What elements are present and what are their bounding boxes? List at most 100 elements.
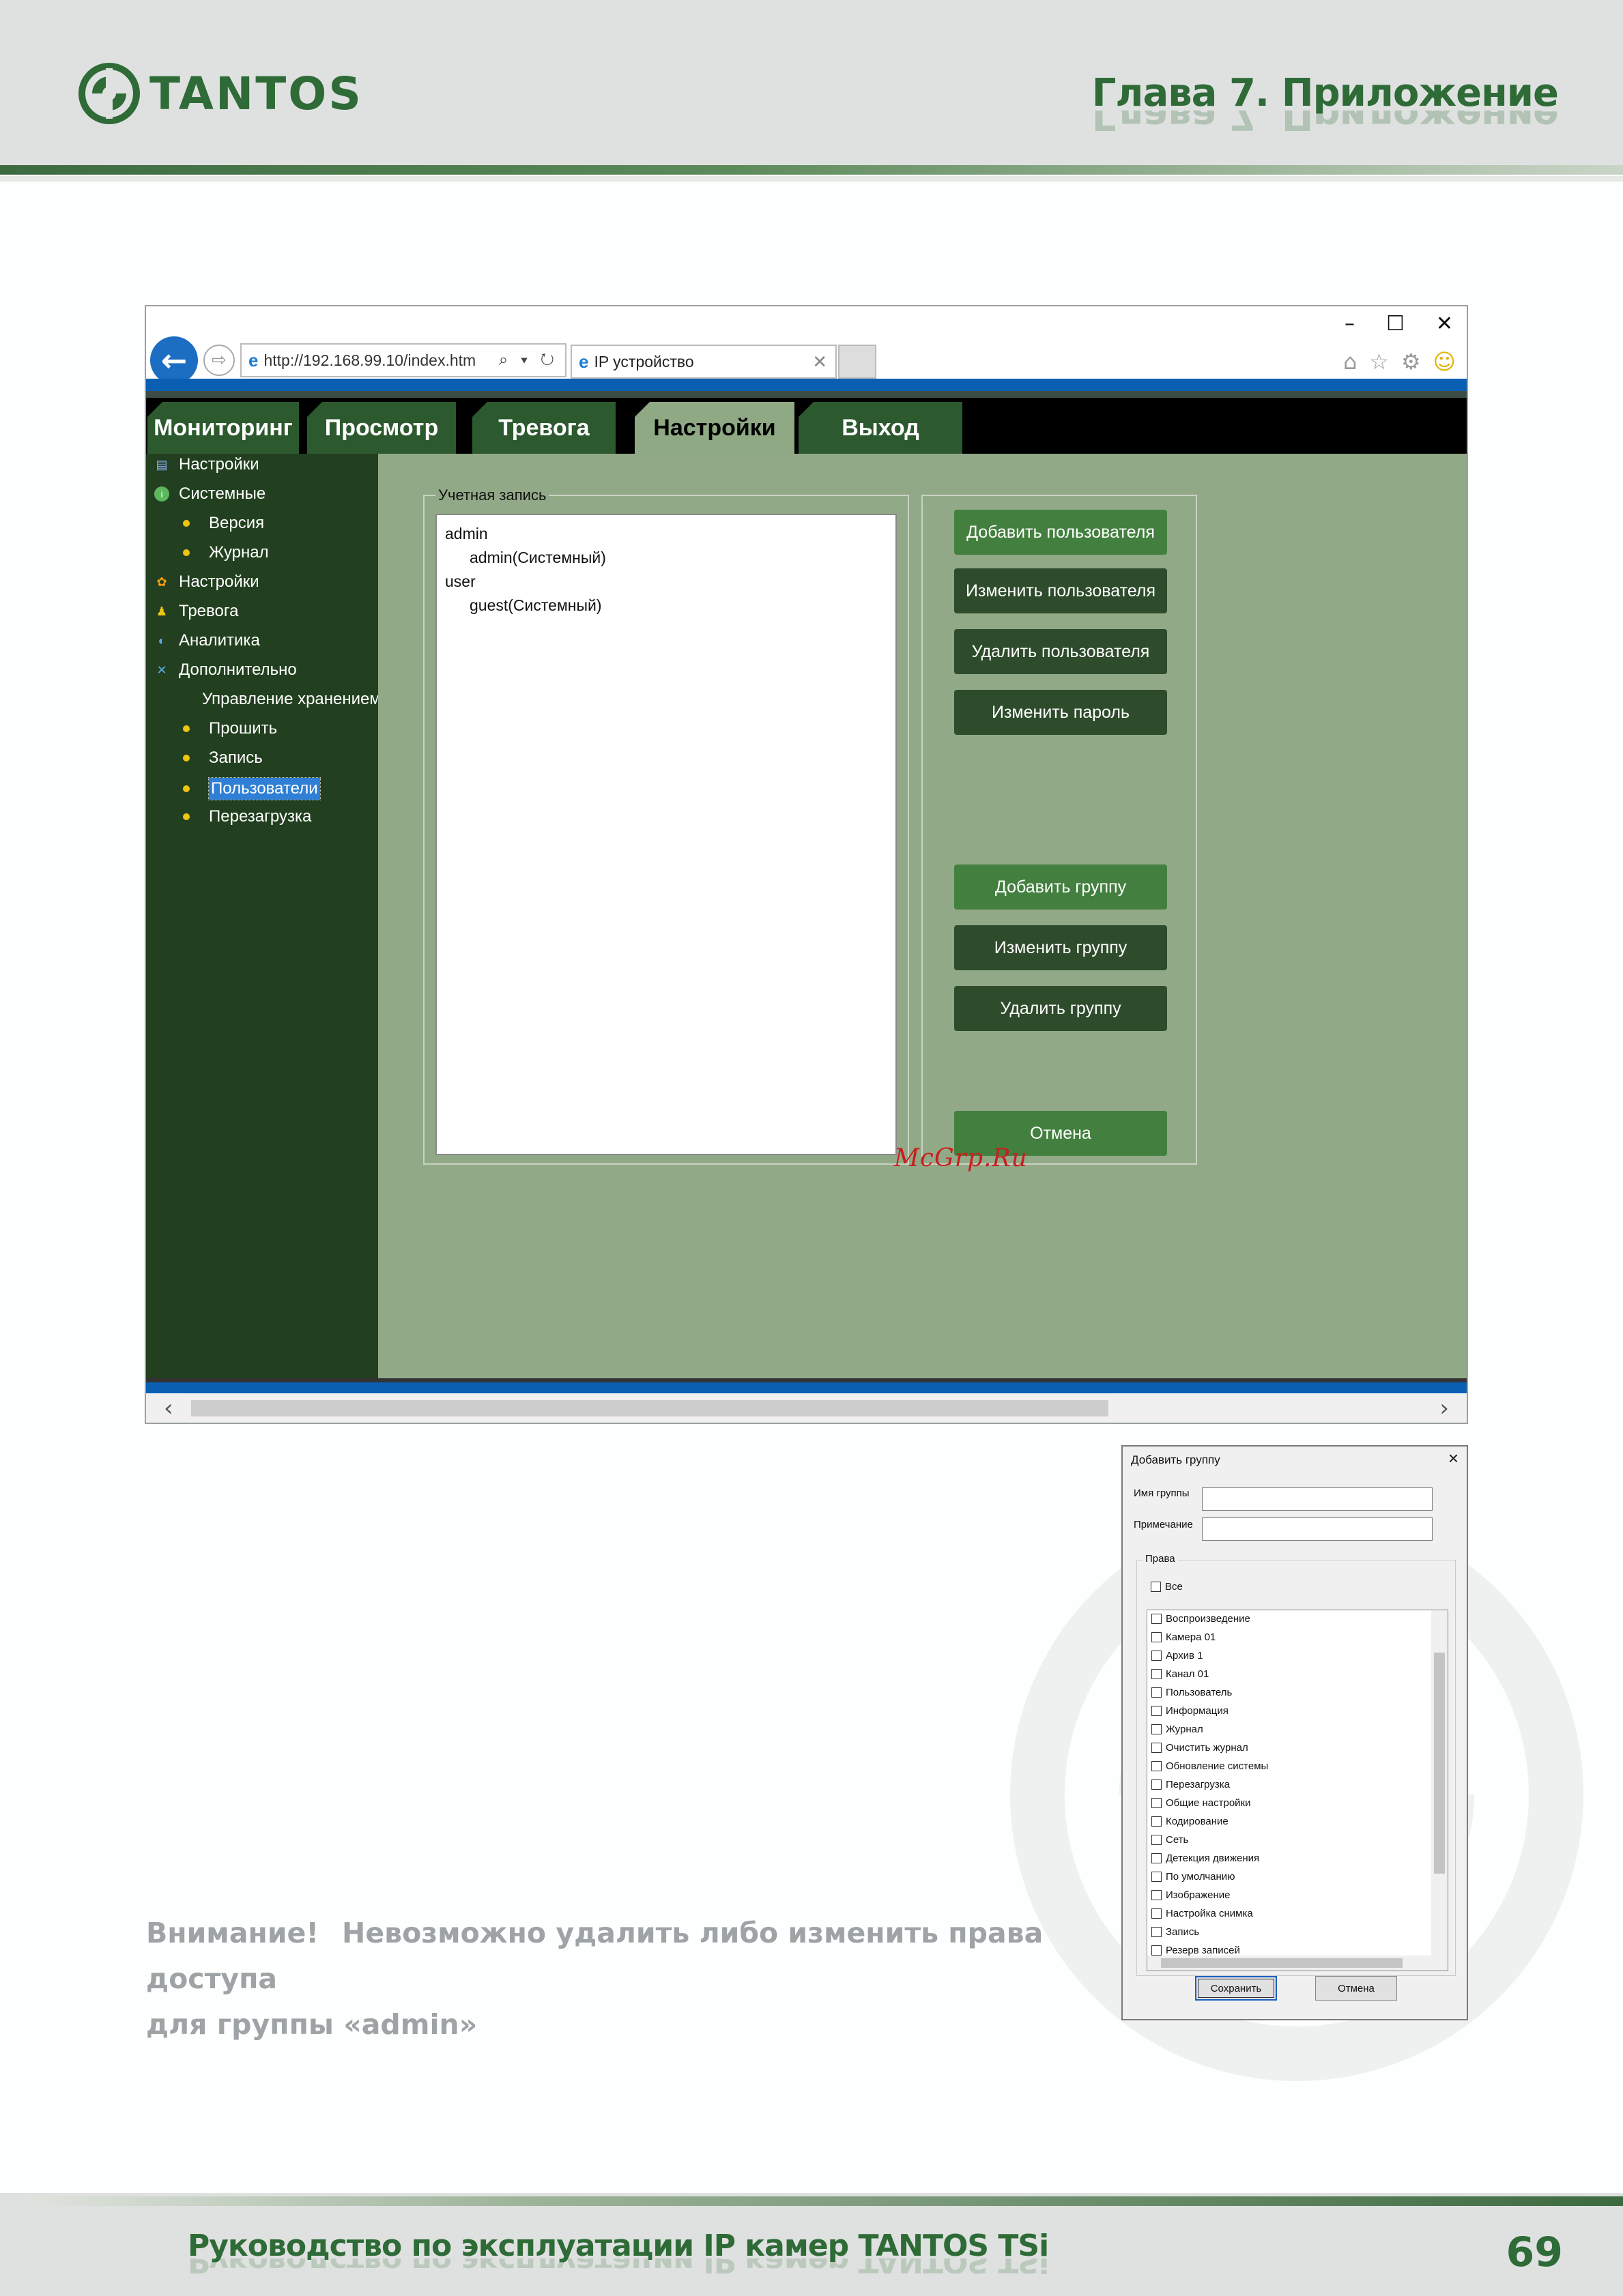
menu-tab-alarm[interactable]: Тревога [472, 402, 616, 454]
sidebar-item-reboot[interactable]: Перезагрузка [183, 807, 311, 826]
checkbox[interactable] [1151, 1908, 1162, 1919]
list-vertical-thumb[interactable] [1434, 1653, 1445, 1874]
checkbox[interactable] [1151, 1743, 1162, 1753]
address-bar[interactable]: e http://192.168.99.10/index.htm ⌕ ▾ ↻ [240, 343, 566, 377]
list-item[interactable]: Кодирование [1151, 1816, 1229, 1827]
sidebar-item-advanced[interactable]: ✕ Дополнительно [154, 660, 296, 680]
list-item[interactable]: Информация [1151, 1705, 1229, 1717]
rights-all-checkbox[interactable]: Все [1151, 1581, 1183, 1593]
save-button[interactable]: Сохранить [1195, 1976, 1277, 2001]
sidebar-item-alarm[interactable]: ♟ Тревога [154, 602, 239, 621]
checkbox[interactable] [1151, 1687, 1162, 1698]
sidebar-item-label: Тревога [179, 602, 239, 620]
delete-user-button[interactable]: Удалить пользователя [954, 629, 1167, 674]
change-password-button[interactable]: Изменить пароль [954, 690, 1167, 735]
close-icon[interactable]: ✕ [1436, 312, 1453, 336]
checkbox-label: Общие настройки [1166, 1797, 1251, 1809]
checkbox[interactable] [1151, 1632, 1162, 1642]
list-item[interactable]: Детекция движения [1151, 1852, 1259, 1864]
list-item[interactable]: Сеть [1151, 1834, 1188, 1846]
list-item[interactable]: Резерв записей [1151, 1945, 1240, 1956]
sidebar-item-settings-root[interactable]: ▤ Настройки [154, 455, 259, 474]
checkbox[interactable] [1151, 1706, 1162, 1716]
smiley-icon[interactable]: ☺ [1433, 349, 1456, 375]
dialog-cancel-button[interactable]: Отмена [1315, 1976, 1397, 2001]
home-icon[interactable]: ⌂ [1343, 349, 1357, 375]
checkbox[interactable] [1151, 1779, 1162, 1790]
note-input[interactable] [1202, 1517, 1433, 1541]
checkbox[interactable] [1151, 1927, 1162, 1937]
checkbox[interactable] [1151, 1853, 1162, 1863]
sidebar-item-record[interactable]: Запись [183, 749, 263, 768]
scroll-thumb[interactable] [191, 1400, 1108, 1416]
forward-button[interactable]: ⇨ [203, 345, 235, 376]
menu-tab-view[interactable]: Просмотр [307, 402, 456, 454]
sidebar-item-storage[interactable]: Управление хранением [183, 690, 378, 709]
edit-group-button[interactable]: Изменить группу [954, 925, 1167, 970]
checkbox[interactable] [1151, 1872, 1162, 1882]
edit-user-button[interactable]: Изменить пользователя [954, 568, 1167, 613]
list-item[interactable]: Архив 1 [1151, 1650, 1203, 1661]
list-item[interactable]: Очистить журнал [1151, 1742, 1248, 1754]
scroll-left-icon[interactable]: ‹ [164, 1395, 173, 1422]
star-icon[interactable]: ☆ [1369, 349, 1389, 375]
list-item[interactable]: Воспроизведение [1151, 1613, 1250, 1625]
add-user-button[interactable]: Добавить пользователя [954, 510, 1167, 555]
sidebar-item-system[interactable]: i Системные [154, 484, 265, 504]
sidebar-item-users[interactable]: Пользователи [183, 777, 321, 800]
checkbox[interactable] [1151, 1761, 1162, 1771]
checkbox[interactable] [1151, 1890, 1162, 1900]
dialog-title: Добавить группу [1131, 1453, 1220, 1466]
address-tools-icon[interactable]: ⌕ ▾ ↻ [499, 351, 558, 370]
horizontal-scrollbar[interactable]: ‹ › [146, 1393, 1467, 1423]
list-item[interactable]: Настройка снимка [1151, 1908, 1253, 1919]
scroll-right-icon[interactable]: › [1439, 1395, 1449, 1422]
checkbox[interactable] [1151, 1798, 1162, 1808]
tree-user-guest[interactable]: guest(Системный) [445, 594, 887, 617]
list-item[interactable]: Пользователь [1151, 1687, 1232, 1698]
checkbox[interactable] [1151, 1651, 1162, 1661]
info-icon: i [154, 486, 169, 502]
new-tab-button[interactable] [838, 345, 876, 379]
checkbox[interactable] [1151, 1835, 1162, 1845]
checkbox[interactable] [1151, 1945, 1162, 1956]
back-button[interactable]: ← [150, 336, 198, 384]
minimize-icon[interactable]: – [1345, 312, 1355, 336]
tree-group-user[interactable]: user [445, 570, 887, 594]
list-item[interactable]: По умолчанию [1151, 1871, 1235, 1883]
gear-icon[interactable]: ⚙ [1401, 349, 1421, 375]
menu-tab-settings[interactable]: Настройки [635, 402, 794, 454]
sidebar-item-settings[interactable]: ✿ Настройки [154, 572, 259, 592]
delete-group-button[interactable]: Удалить группу [954, 986, 1167, 1031]
group-name-input[interactable] [1202, 1487, 1433, 1511]
list-item[interactable]: Журнал [1151, 1724, 1203, 1735]
list-item[interactable]: Общие настройки [1151, 1797, 1251, 1809]
account-legend: Учетная запись [435, 486, 549, 504]
list-item[interactable]: Изображение [1151, 1889, 1231, 1901]
menu-tab-exit[interactable]: Выход [799, 402, 962, 454]
tab-close-icon[interactable]: ✕ [812, 351, 827, 373]
notice-text: Внимание! Невозможно удалить либо изменит… [146, 1910, 1115, 2048]
list-item[interactable]: Перезагрузка [1151, 1779, 1230, 1790]
sidebar-item-firmware[interactable]: Прошить [183, 719, 277, 738]
close-icon[interactable]: × [1448, 1448, 1459, 1469]
checkbox[interactable] [1151, 1724, 1162, 1734]
checkbox[interactable] [1151, 1669, 1162, 1679]
tree-group-admin[interactable]: admin [445, 522, 887, 546]
add-group-button[interactable]: Добавить группу [954, 864, 1167, 910]
list-item[interactable]: Канал 01 [1151, 1668, 1209, 1680]
browser-tab[interactable]: e IP устройство ✕ [571, 345, 837, 379]
menu-tab-monitoring[interactable]: Мониторинг [147, 402, 299, 454]
list-item[interactable]: Камера 01 [1151, 1631, 1216, 1643]
tree-user-admin[interactable]: admin(Системный) [445, 546, 887, 570]
checkbox[interactable] [1151, 1582, 1161, 1592]
maximize-icon[interactable]: ☐ [1386, 312, 1405, 336]
list-horizontal-thumb[interactable] [1161, 1958, 1403, 1968]
sidebar-item-analytics[interactable]: ◐ Аналитика [154, 631, 260, 650]
checkbox[interactable] [1151, 1816, 1162, 1827]
list-item[interactable]: Обновление системы [1151, 1760, 1268, 1772]
list-item[interactable]: Запись [1151, 1926, 1199, 1938]
checkbox[interactable] [1151, 1614, 1162, 1624]
sidebar-item-version[interactable]: Версия [183, 514, 264, 533]
sidebar-item-log[interactable]: Журнал [183, 543, 269, 562]
